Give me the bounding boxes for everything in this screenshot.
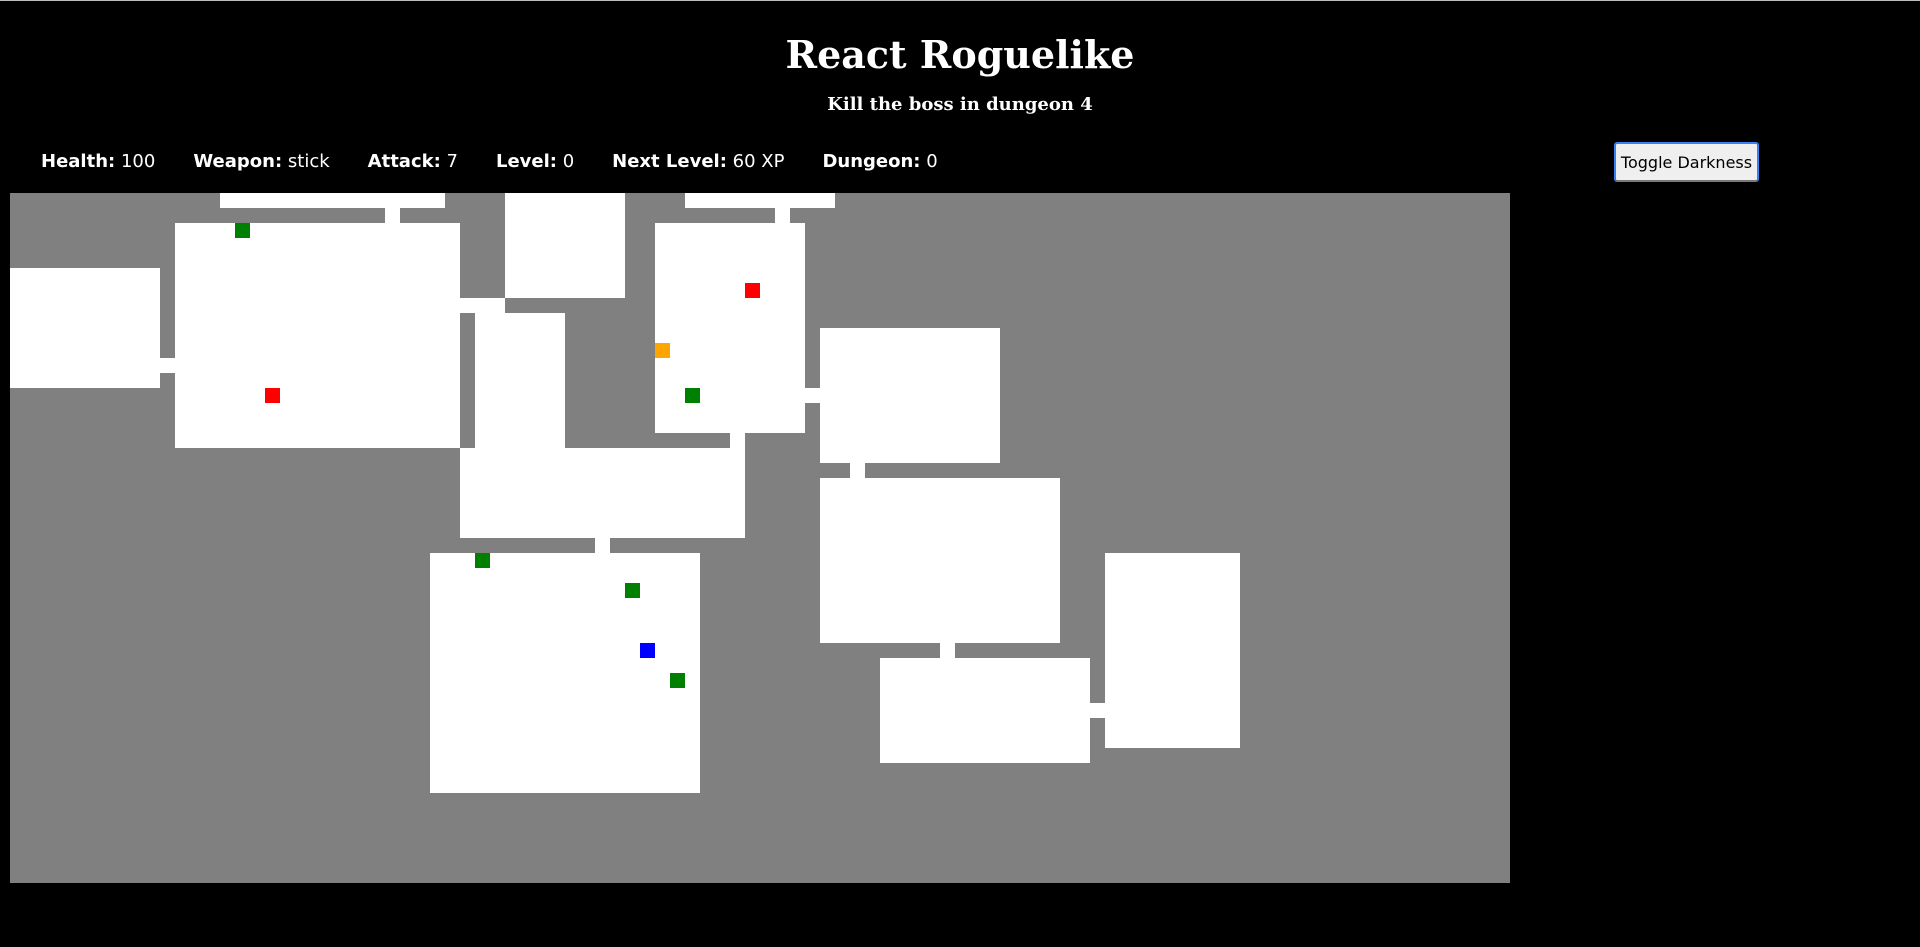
corridor [940, 643, 955, 658]
stat-weapon-value: stick [287, 150, 330, 172]
weapon-pickup [655, 343, 670, 358]
room [685, 193, 835, 208]
stat-dungeon: Dungeon: 0 [822, 151, 937, 172]
stat-level: Level: 0 [496, 151, 574, 172]
room [430, 553, 700, 793]
enemy [265, 388, 280, 403]
corridor [595, 538, 610, 553]
stat-weapon: Weapon: stick [193, 151, 329, 172]
stat-attack: Attack: 7 [368, 151, 458, 172]
stat-level-value: 0 [562, 150, 575, 172]
room [460, 448, 745, 538]
room [655, 223, 805, 433]
stat-health: Health: 100 [41, 151, 155, 172]
toggle-darkness-button[interactable]: Toggle Darkness [1614, 142, 1759, 182]
room [820, 478, 1060, 643]
corridor [460, 298, 505, 313]
stat-next-level-value: 60 XP [732, 150, 785, 172]
stat-health-value: 100 [120, 150, 156, 172]
health-pickup [625, 583, 640, 598]
corridor [1090, 703, 1105, 718]
stat-weapon-label: Weapon: [193, 150, 283, 172]
corridor [385, 208, 400, 223]
health-pickup [670, 673, 685, 688]
player [640, 643, 655, 658]
room [880, 658, 1090, 763]
corridor [850, 463, 865, 478]
stat-level-label: Level: [495, 150, 557, 172]
game-title: React Roguelike [785, 32, 1135, 77]
corridor [805, 388, 820, 403]
health-pickup [685, 388, 700, 403]
stat-health-label: Health: [41, 150, 116, 172]
stat-next-level-label: Next Level: [612, 150, 727, 172]
room [475, 313, 565, 448]
room [220, 193, 445, 208]
corridor [775, 208, 790, 223]
health-pickup [235, 223, 250, 238]
health-pickup [475, 553, 490, 568]
room [820, 328, 1000, 463]
corridor [730, 433, 745, 448]
stat-next-level: Next Level: 60 XP [612, 151, 784, 172]
stat-attack-label: Attack: [367, 150, 441, 172]
stat-dungeon-value: 0 [926, 150, 938, 172]
room [505, 193, 625, 298]
room [175, 223, 460, 448]
room [1105, 553, 1240, 748]
enemy [745, 283, 760, 298]
stat-attack-value: 7 [446, 150, 458, 172]
room [10, 268, 160, 388]
stats-bar: Health: 100 Weapon: stick Attack: 7 Leve… [41, 147, 976, 175]
stat-dungeon-label: Dungeon: [822, 150, 921, 172]
dungeon-map [10, 193, 1510, 883]
corridor [160, 358, 175, 373]
game-objective: Kill the boss in dungeon 4 [827, 94, 1093, 115]
